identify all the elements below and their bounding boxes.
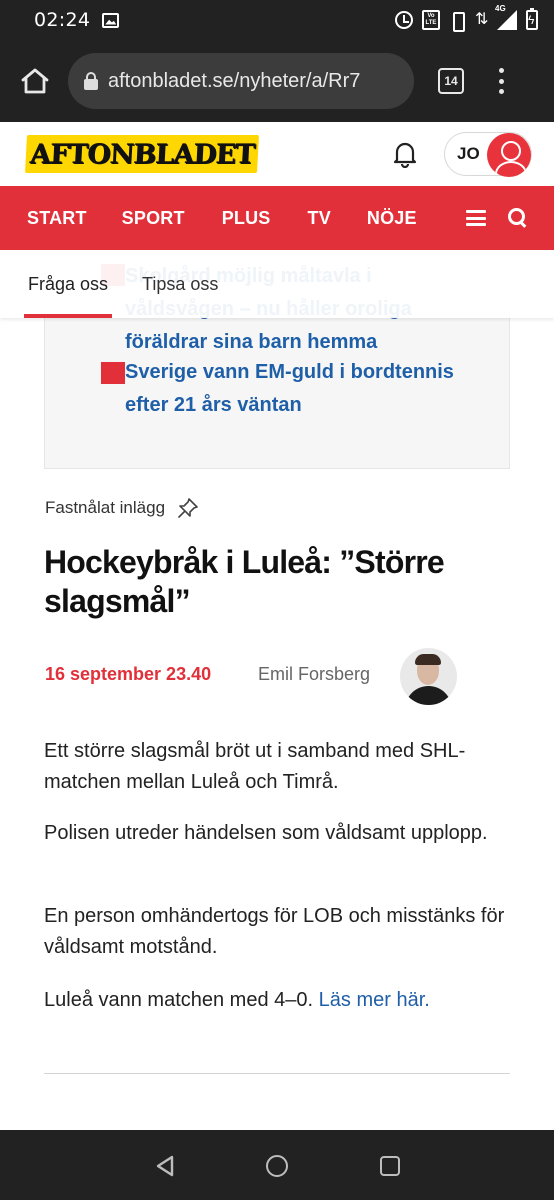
live-sub-tabs: Fråga oss Tipsa oss: [0, 250, 554, 318]
article-paragraph: Ett större slagsmål bröt ut i samband me…: [44, 740, 466, 793]
browser-toolbar: aftonbladet.se/nyheter/a/Rr7 14: [0, 40, 554, 122]
site-header: AFTONBLADET JO: [0, 122, 554, 186]
related-marker: [101, 362, 125, 384]
lock-icon[interactable]: [84, 72, 98, 90]
status-time: 02:24: [34, 9, 91, 31]
url-text[interactable]: aftonbladet.se/nyheter/a/Rr7: [108, 70, 360, 93]
data-transfer-icon: [474, 9, 488, 29]
account-initials: JO: [457, 144, 480, 163]
search-icon[interactable]: [508, 208, 528, 228]
home-icon[interactable]: [20, 67, 50, 95]
tab-switcher-button[interactable]: 14: [438, 68, 464, 94]
user-avatar-icon: [487, 133, 531, 177]
main-navigation: START SPORT PLUS TV NÖJE: [0, 186, 554, 250]
status-icons: Vo LTE 4G: [395, 4, 538, 32]
publish-time: 16 september 23.40: [45, 664, 212, 684]
bell-icon[interactable]: [392, 140, 418, 169]
battery-charging-icon: [526, 8, 538, 30]
nav-item-noje[interactable]: NÖJE: [367, 208, 417, 229]
signal-icon: 4G: [495, 4, 517, 30]
article-headline: Hockeybråk i Luleå: ”Större slagsmål”: [44, 544, 445, 619]
network-type-label: 4G: [495, 4, 506, 13]
nav-item-start[interactable]: START: [27, 208, 87, 229]
hamburger-menu-icon[interactable]: [466, 210, 486, 226]
image-notification-icon: [102, 12, 120, 28]
back-icon[interactable]: [155, 1155, 175, 1177]
volte-icon: Vo LTE: [422, 10, 440, 30]
divider: [44, 1073, 510, 1074]
account-button[interactable]: JO: [444, 132, 532, 177]
recents-icon[interactable]: [380, 1156, 400, 1176]
vibrate-icon: [449, 11, 465, 32]
author-name[interactable]: Emil Forsberg: [258, 664, 370, 685]
system-navigation-bar: [0, 1130, 554, 1200]
status-bar: 02:24 Vo LTE 4G: [0, 0, 554, 40]
tab-tipsa-oss[interactable]: Tipsa oss: [142, 250, 218, 318]
nav-item-tv[interactable]: TV: [308, 208, 331, 229]
nav-item-plus[interactable]: PLUS: [222, 208, 271, 229]
article-paragraph-text: Luleå vann matchen med 4–0.: [44, 989, 314, 1011]
article-paragraph: En person omhändertogs för LOB och misst…: [44, 905, 505, 958]
tab-fraga-oss[interactable]: Fråga oss: [23, 250, 113, 318]
home-button-icon[interactable]: [266, 1155, 288, 1177]
pinned-post-label: Fastnålat inlägg: [45, 497, 199, 519]
read-more-link[interactable]: Läs mer här.: [319, 989, 430, 1011]
related-link[interactable]: Sverige vann EM-guld i bordtennis efter …: [125, 356, 455, 422]
browser-menu-icon[interactable]: [498, 68, 504, 94]
article-paragraph: Polisen utreder händelsen som våldsamt u…: [44, 822, 488, 844]
article-paragraph-last: Luleå vann matchen med 4–0. Läs mer här.: [44, 985, 510, 1016]
alarm-icon: [395, 11, 413, 29]
address-bar[interactable]: aftonbladet.se/nyheter/a/Rr7: [68, 53, 414, 109]
nav-item-sport[interactable]: SPORT: [122, 208, 185, 229]
aftonbladet-logo[interactable]: AFTONBLADET: [25, 135, 260, 173]
author-photo[interactable]: [400, 648, 457, 705]
pin-icon: [177, 497, 199, 519]
pinned-label: Fastnålat inlägg: [45, 498, 166, 517]
